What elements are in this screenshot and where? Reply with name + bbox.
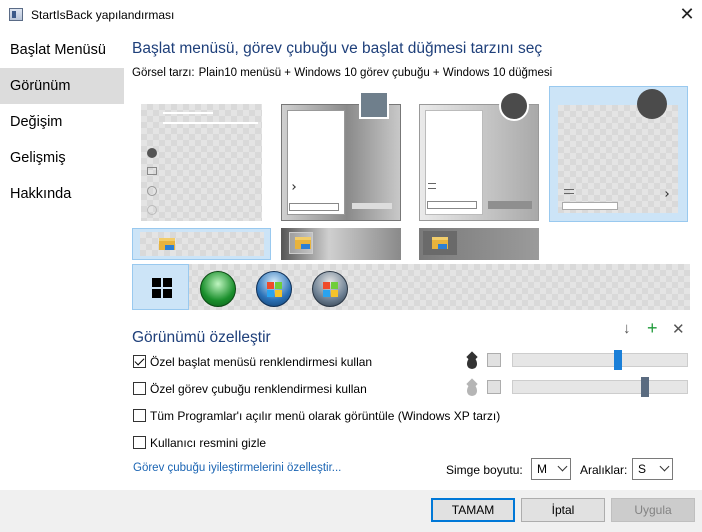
option-row[interactable]: Özel başlat menüsü renklendirmesi kullan (133, 354, 372, 370)
taskbar-style-windows7-glass[interactable] (281, 228, 401, 260)
slider-thumb[interactable] (614, 350, 622, 370)
user-avatar-icon (147, 148, 157, 158)
checkbox-xp-style-all-programs[interactable] (133, 409, 146, 422)
option-label: Kullanıcı resmini gizle (150, 436, 267, 450)
power-icon (147, 205, 157, 215)
spacing-select[interactable]: S (632, 458, 673, 480)
slider-thumb[interactable] (641, 377, 649, 397)
start-menu-transparency-slider[interactable] (512, 350, 688, 370)
folder-icon (159, 238, 175, 250)
chevron-down-icon (659, 461, 670, 472)
dialog-footer: TAMAM İptal Uygula (0, 490, 702, 532)
startisback-icon (9, 8, 23, 21)
option-row[interactable]: Kullanıcı resmini gizle (133, 435, 266, 451)
sidebar-item-advanced[interactable]: Gelişmiş (0, 140, 124, 176)
clover-orb-icon[interactable] (200, 271, 236, 307)
taskbar-style-windows10-dark[interactable] (419, 228, 539, 260)
opacity-drop-icon (467, 384, 477, 396)
start-button-windows10[interactable] (132, 264, 189, 310)
menu-style-windows7-grey[interactable] (419, 91, 539, 221)
option-label: Özel başlat menüsü renklendirmesi kullan (150, 355, 373, 369)
option-row[interactable]: Tüm Programlar'ı açılır menü olarak görü… (133, 408, 500, 424)
taskbar-transparency-slider[interactable] (512, 377, 688, 397)
taskbar-style-plain10[interactable] (132, 228, 271, 260)
menu-style-windows10[interactable] (549, 86, 688, 222)
visual-style-value: Plain10 menüsü + Windows 10 görev çubuğu… (198, 67, 553, 79)
start-button-strip (132, 264, 690, 310)
user-avatar-icon (499, 91, 529, 121)
download-icon[interactable]: ↓ (623, 320, 631, 337)
folder-icon (295, 237, 311, 249)
pictures-icon (147, 167, 157, 175)
folder-icon (432, 237, 448, 249)
user-picture-icon (359, 91, 389, 119)
visual-style-line: Görsel tarzı: Plain10 menüsü + Windows 10… (132, 67, 552, 79)
opacity-drop-icon (467, 357, 477, 369)
apply-button[interactable]: Uygula (611, 498, 695, 522)
chevron-down-icon (557, 461, 568, 472)
menu-style-windows7-frosted[interactable] (281, 91, 401, 221)
option-label: Özel görev çubuğu renklendirmesi kullan (150, 382, 367, 396)
visual-style-label: Görsel tarzı: (132, 67, 195, 79)
color-swatch[interactable] (487, 353, 501, 367)
title-bar: StartIsBack yapılandırması ✕ (0, 0, 702, 31)
customize-title: Görünümü özelleştir (132, 329, 271, 346)
sidebar-item-appearance[interactable]: Görünüm (0, 68, 124, 104)
spacing-label: Aralıklar: (580, 463, 628, 477)
checkbox-custom-taskbar-color[interactable] (133, 382, 146, 395)
sidebar-item-switching[interactable]: Değişim (0, 104, 124, 140)
section-title: Başlat menüsü, görev çubuğu ve başlat dü… (132, 40, 543, 57)
icon-size-label: Simge boyutu: (446, 463, 523, 477)
menu-style-plain10[interactable] (141, 104, 262, 221)
color-swatch[interactable] (487, 380, 501, 394)
remove-icon[interactable]: ✕ (672, 320, 685, 338)
checkbox-custom-start-menu-color[interactable] (133, 355, 146, 368)
windows10-logo-icon (152, 278, 172, 298)
taskbar-tweaks-link[interactable]: Görev çubuğu iyileştirmelerini özelleşti… (133, 462, 341, 474)
settings-icon (147, 186, 157, 196)
user-avatar-icon (637, 89, 667, 119)
checkbox-hide-user-picture[interactable] (133, 436, 146, 449)
sidebar-item-start-menu[interactable]: Başlat Menüsü (0, 32, 124, 68)
icon-size-select[interactable]: M (531, 458, 571, 480)
option-row[interactable]: Özel görev çubuğu renklendirmesi kullan (133, 381, 367, 397)
ok-button[interactable]: TAMAM (431, 498, 515, 522)
sidebar: Başlat Menüsü Görünüm Değişim Gelişmiş H… (0, 32, 124, 490)
windows-vista-orb-icon[interactable] (312, 271, 348, 307)
window-title: StartIsBack yapılandırması (31, 8, 175, 22)
close-button[interactable]: ✕ (672, 0, 702, 30)
spacing-value: S (638, 462, 647, 476)
cancel-button[interactable]: İptal (521, 498, 605, 522)
icon-size-value: M (537, 462, 547, 476)
add-icon[interactable]: + (647, 318, 658, 339)
option-label: Tüm Programlar'ı açılır menü olarak görü… (150, 409, 501, 423)
sidebar-item-about[interactable]: Hakkında (0, 176, 124, 212)
windows7-orb-icon[interactable] (256, 271, 292, 307)
appearance-panel: Başlat menüsü, görev çubuğu ve başlat dü… (124, 32, 702, 490)
